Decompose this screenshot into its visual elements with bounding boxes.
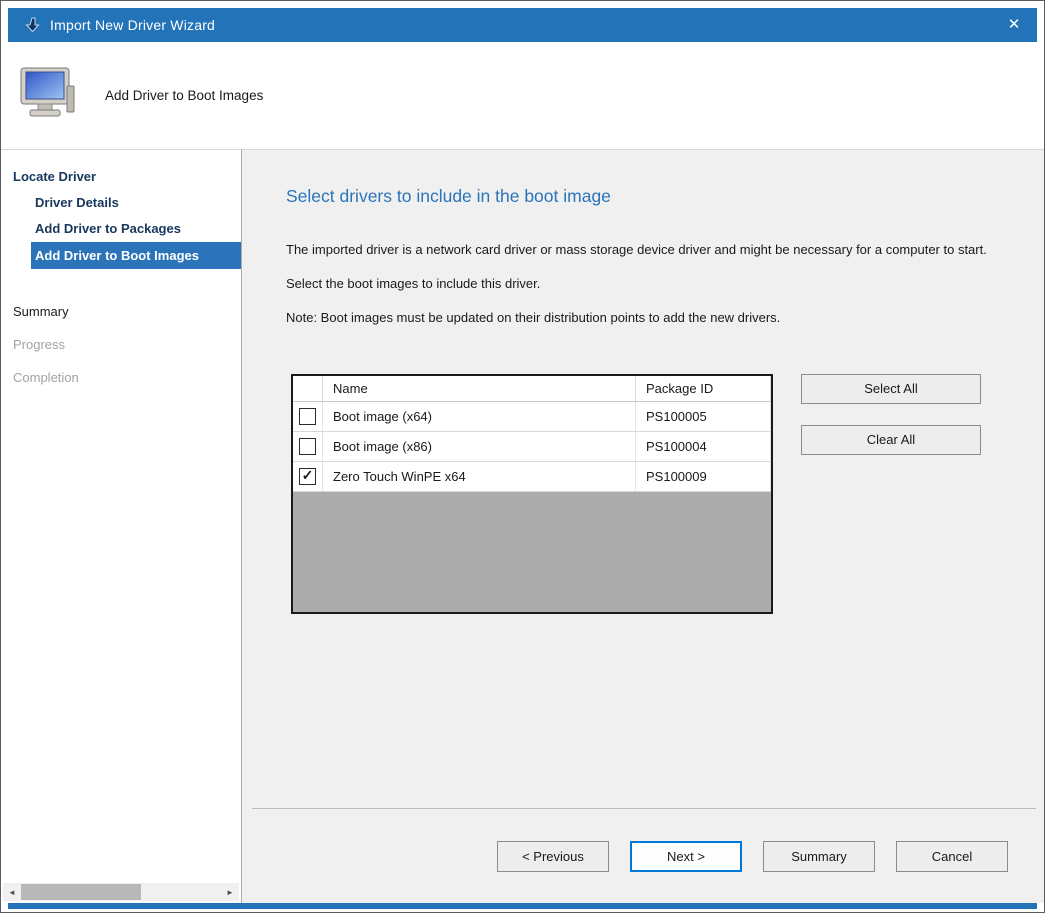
wizard-header: Add Driver to Boot Images [1, 42, 1044, 150]
titlebar[interactable]: Import New Driver Wizard ✕ [8, 8, 1037, 42]
row-checkbox-cell: ✓ [293, 462, 323, 491]
package-id-column-header[interactable]: Package ID [636, 376, 771, 401]
sidebar: Locate Driver Driver Details Add Driver … [1, 150, 242, 903]
checkbox-column-header [293, 376, 323, 401]
check-icon: ✓ [302, 462, 314, 491]
sidebar-item-summary[interactable]: Summary [1, 299, 241, 325]
wizard-body: Locate Driver Driver Details Add Driver … [1, 150, 1044, 903]
previous-button[interactable]: < Previous [497, 841, 609, 872]
sidebar-item-progress: Progress [1, 332, 241, 358]
wizard-footer: < Previous Next > Summary Cancel [252, 808, 1036, 903]
select-all-button[interactable]: Select All [801, 374, 981, 404]
zero-touch-winpe-x64-checkbox[interactable]: ✓ [299, 468, 316, 485]
row-checkbox-cell: ✓ [293, 402, 323, 431]
sidebar-item-completion: Completion [1, 365, 241, 391]
table-header: Name Package ID [293, 376, 771, 402]
name-column-header[interactable]: Name [323, 376, 636, 401]
scrollbar-thumb[interactable] [21, 884, 141, 900]
row-package-id-cell: PS100004 [636, 432, 771, 461]
boot-image-x64-checkbox[interactable]: ✓ [299, 408, 316, 425]
window-title: Import New Driver Wizard [50, 17, 215, 33]
scroll-right-icon[interactable]: ► [221, 883, 239, 901]
horizontal-scrollbar[interactable]: ◄ ► [3, 883, 239, 901]
instruction-paragraph: Select the boot images to include this d… [286, 275, 998, 294]
description-paragraph: The imported driver is a network card dr… [286, 241, 998, 260]
boot-image-x86-checkbox[interactable]: ✓ [299, 438, 316, 455]
row-checkbox-cell: ✓ [293, 432, 323, 461]
clear-all-button[interactable]: Clear All [801, 425, 981, 455]
selection-buttons: Select All Clear All [801, 374, 981, 614]
table-row[interactable]: ✓ Boot image (x86) PS100004 [293, 432, 771, 462]
scroll-left-icon[interactable]: ◄ [3, 883, 21, 901]
table-empty-area [293, 492, 771, 612]
scrollbar-track[interactable] [21, 883, 221, 901]
table-row[interactable]: ✓ Boot image (x64) PS100005 [293, 402, 771, 432]
boot-image-section: Name Package ID ✓ Boot image (x64) PS100… [286, 374, 1014, 614]
main-content: Select drivers to include in the boot im… [242, 150, 1044, 614]
row-package-id-cell: PS100005 [636, 402, 771, 431]
wizard-icon [22, 15, 42, 35]
row-name-cell: Boot image (x64) [323, 402, 636, 431]
row-package-id-cell: PS100009 [636, 462, 771, 491]
sidebar-item-locate-driver[interactable]: Locate Driver [1, 164, 241, 190]
note-paragraph: Note: Boot images must be updated on the… [286, 309, 998, 328]
boot-image-table: Name Package ID ✓ Boot image (x64) PS100… [291, 374, 773, 614]
sidebar-item-driver-details[interactable]: Driver Details [1, 190, 241, 216]
row-name-cell: Boot image (x86) [323, 432, 636, 461]
content-heading: Select drivers to include in the boot im… [286, 186, 1014, 207]
page-title: Add Driver to Boot Images [105, 88, 263, 103]
wizard-window: Import New Driver Wizard ✕ Add Driver to [0, 0, 1045, 913]
row-name-cell: Zero Touch WinPE x64 [323, 462, 636, 491]
computer-icon [17, 66, 77, 125]
titlebar-wrap: Import New Driver Wizard ✕ [1, 1, 1044, 42]
sidebar-item-add-driver-to-boot-images[interactable]: Add Driver to Boot Images [31, 242, 241, 269]
wizard-steps: Locate Driver Driver Details Add Driver … [1, 150, 241, 883]
summary-button[interactable]: Summary [763, 841, 875, 872]
window-bottom-border [8, 903, 1037, 909]
table-row[interactable]: ✓ Zero Touch WinPE x64 PS100009 [293, 462, 771, 492]
cancel-button[interactable]: Cancel [896, 841, 1008, 872]
next-button[interactable]: Next > [630, 841, 742, 872]
close-button[interactable]: ✕ [991, 8, 1037, 42]
sidebar-item-add-driver-to-packages[interactable]: Add Driver to Packages [1, 216, 241, 242]
main-panel: Select drivers to include in the boot im… [242, 150, 1044, 903]
